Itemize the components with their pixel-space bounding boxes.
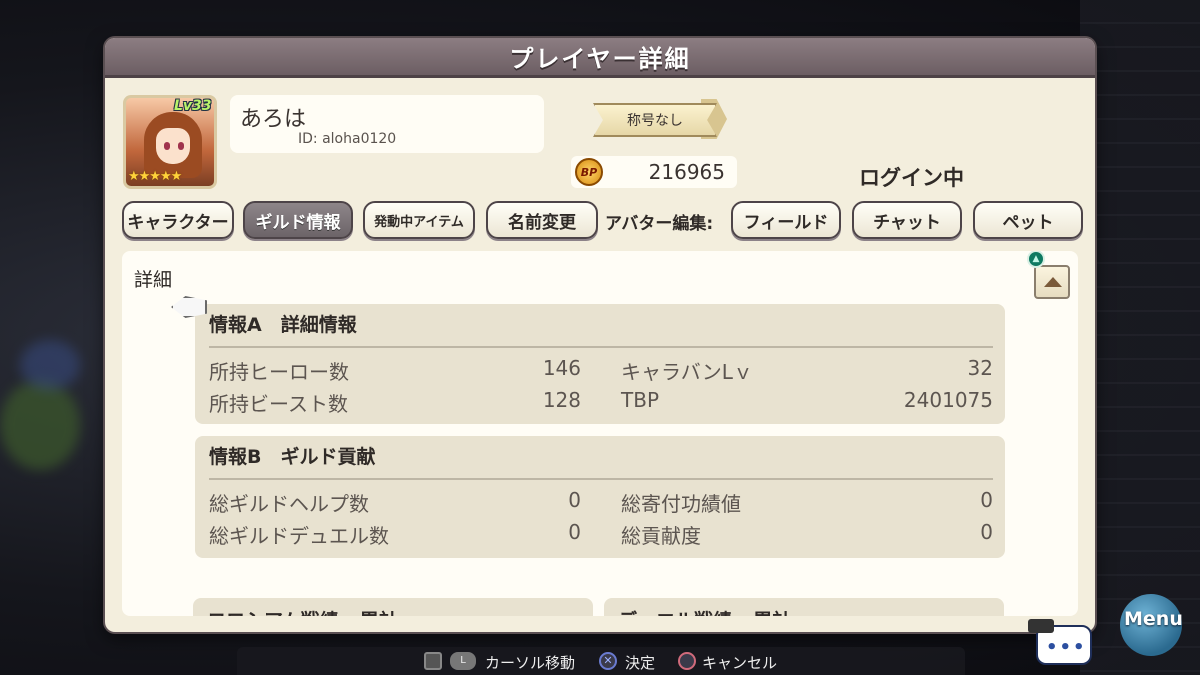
menu-label: Menu <box>1124 608 1183 630</box>
stat-label: キャラバンLｖ <box>621 360 753 384</box>
chat-icon[interactable]: ••• <box>1028 619 1092 665</box>
avatar-eye <box>164 142 170 150</box>
background-stairs <box>1080 0 1200 675</box>
background-flower <box>20 340 80 390</box>
stat-label: 所持ヒーロー数 <box>209 360 349 384</box>
chat-button[interactable]: チャット <box>852 201 962 239</box>
avatar-edit-label: アバター編集: <box>605 214 714 234</box>
colosseum-card[interactable]: コロシアム戦績 - 累計 <box>193 598 593 616</box>
circle-button-icon <box>678 652 696 670</box>
title-ribbon: 称号なし <box>593 103 717 137</box>
avatar-face <box>156 128 190 164</box>
character-button[interactable]: キャラクター <box>122 201 234 239</box>
duel-card[interactable]: デュエル戦績 - 累計 <box>604 598 1004 616</box>
l-button-icon: L <box>450 652 476 670</box>
bp-coin-icon: BP <box>575 158 603 186</box>
hint-cancel: キャンセル <box>702 654 778 672</box>
rarity-stars: ★★★★★ <box>128 169 182 184</box>
divider <box>209 346 993 348</box>
stat-value: 32 <box>967 356 993 380</box>
stat-label: 総ギルドヘルプ数 <box>209 492 369 516</box>
stat-value: 0 <box>568 520 581 544</box>
divider <box>209 478 993 480</box>
detail-panel[interactable]: 詳細 ▲ 情報A 詳細情報 所持ヒーロー数 146 キャラバンLｖ 32 所持ビ… <box>122 251 1078 616</box>
level-badge: Lv33 <box>174 98 212 114</box>
scroll-up-icon[interactable] <box>1034 265 1070 299</box>
cross-button-icon: ✕ <box>599 652 617 670</box>
controls-hint-bar: L カーソル移動 ✕ 決定 キャンセル <box>237 647 965 675</box>
duel-title: デュエル戦績 - 累計 <box>618 606 791 616</box>
chat-cap <box>1028 619 1054 633</box>
bp-box: BP 216965 <box>571 156 737 188</box>
dpad-icon <box>424 652 442 670</box>
title-badge: 称号なし <box>593 99 733 141</box>
info-a-card[interactable]: 情報A 詳細情報 所持ヒーロー数 146 キャラバンLｖ 32 所持ビースト数 … <box>195 304 1005 424</box>
player-detail-dialog: プレイヤー詳細 Lv33 ★★★★★ あろは ID: aloha0120 称号な… <box>105 38 1095 632</box>
info-b-title: 情報B ギルド貢献 <box>209 446 376 468</box>
stat-label: 総貢献度 <box>621 524 701 548</box>
menu-button[interactable]: Menu <box>1104 590 1194 675</box>
player-id: ID: aloha0120 <box>298 131 397 147</box>
avatar[interactable]: Lv33 ★★★★★ <box>123 95 217 189</box>
info-a-title: 情報A 詳細情報 <box>209 314 357 336</box>
detail-header: 詳細 <box>134 269 173 291</box>
stat-value: 128 <box>542 388 581 412</box>
name-box: あろは ID: aloha0120 <box>230 95 544 153</box>
hint-move: カーソル移動 <box>485 654 576 672</box>
login-status: ログイン中 <box>859 166 964 190</box>
hint-confirm: 決定 <box>625 654 656 672</box>
active-items-button[interactable]: 発動中アイテム <box>363 201 475 239</box>
dialog-title: プレイヤー詳細 <box>509 45 691 73</box>
stat-label: 総寄付功績値 <box>621 492 741 516</box>
guild-info-button[interactable]: ギルド情報 <box>243 201 353 239</box>
stat-label: TBP <box>621 388 659 412</box>
stat-value: 0 <box>568 488 581 512</box>
title-badge-text: 称号なし <box>627 113 683 129</box>
colosseum-title: コロシアム戦績 - 累計 <box>207 606 398 616</box>
player-name: あろは <box>240 107 307 132</box>
field-button[interactable]: フィールド <box>731 201 841 239</box>
bp-value: 216965 <box>648 160 725 184</box>
chat-dots: ••• <box>1046 637 1087 658</box>
info-b-card[interactable]: 情報B ギルド貢献 総ギルドヘルプ数 0 総寄付功績値 0 総ギルドデュエル数 … <box>195 436 1005 558</box>
pet-button[interactable]: ペット <box>973 201 1083 239</box>
stat-value: 146 <box>542 356 581 380</box>
stat-value: 0 <box>980 520 993 544</box>
dialog-titlebar: プレイヤー詳細 <box>105 38 1095 78</box>
stat-value: 2401075 <box>903 388 993 412</box>
rename-button[interactable]: 名前変更 <box>486 201 598 239</box>
stat-value: 0 <box>980 488 993 512</box>
stat-label: 総ギルドデュエル数 <box>209 524 389 548</box>
background-creature <box>0 380 80 470</box>
stat-label: 所持ビースト数 <box>209 392 348 416</box>
avatar-eye <box>178 142 184 150</box>
